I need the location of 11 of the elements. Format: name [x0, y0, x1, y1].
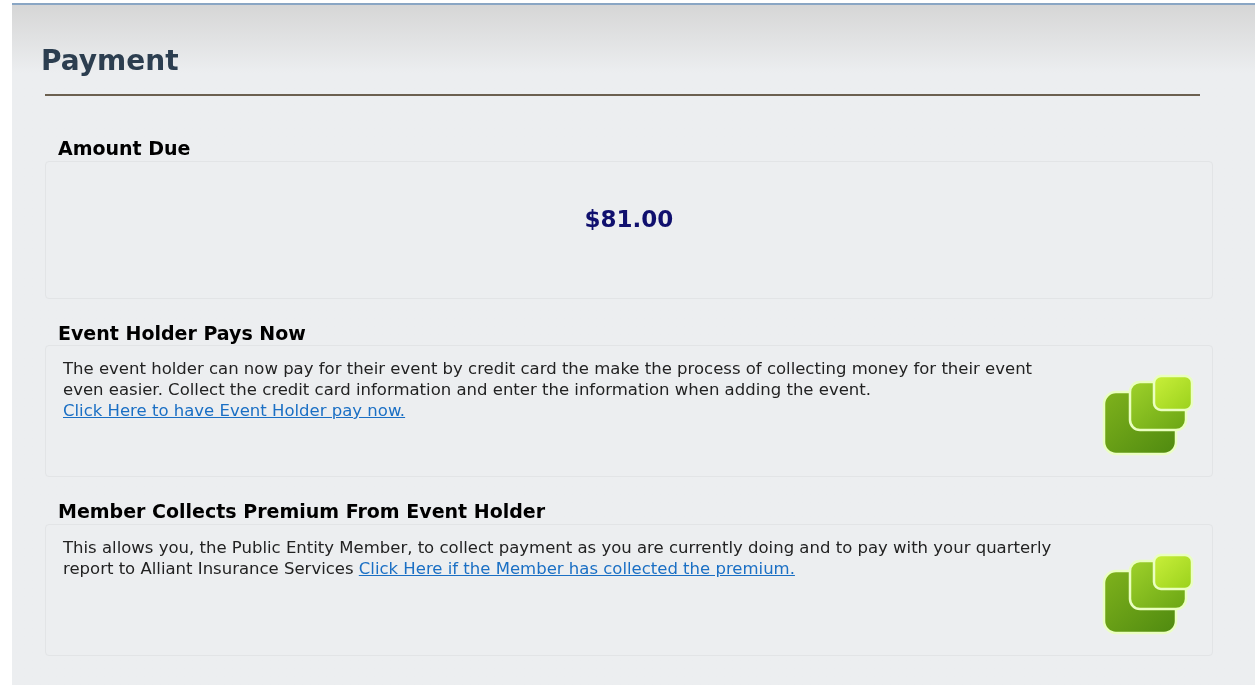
option-link[interactable]: Click Here if the Member has collected the premium.	[358, 558, 795, 578]
amount-due: $81.00	[584, 204, 674, 234]
page-title: Payment	[41, 43, 180, 79]
option-description: This allows you, the Public Entity Member, to collect payment as you are currently doing and to pay with your quarterly report to Alliant Insurance Services Click Here if the Member has collected the premium.	[63, 536, 1053, 579]
stacked-squares-icon	[1102, 374, 1194, 456]
section-heading: Amount Due	[58, 136, 192, 161]
option-description: The event holder can now pay for their event by credit card the make the process of collecting money for their event even easier. Collect the credit card information and enter the information when adding the event. Click Here to have Event Holder pay now.	[63, 358, 1034, 421]
option-link[interactable]: Click Here to have Event Holder pay now.	[63, 401, 406, 420]
stacked-squares-icon	[1102, 552, 1194, 635]
section-heading: Member Collects Premium From Event Holder	[58, 499, 547, 524]
section-heading: Event Holder Pays Now	[58, 320, 307, 346]
